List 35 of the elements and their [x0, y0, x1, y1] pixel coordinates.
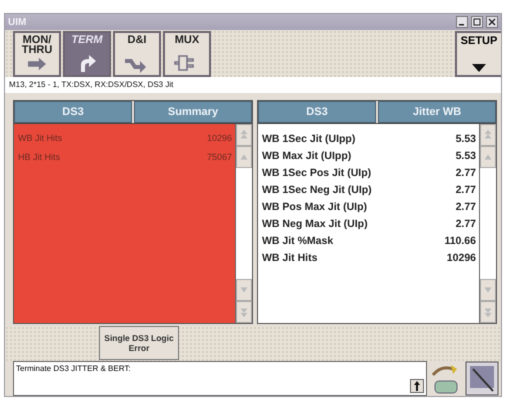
monitor-icon[interactable] [465, 361, 499, 396]
result-value: 2.77 [456, 184, 476, 198]
maximize-icon[interactable] [471, 16, 483, 28]
result-value: 5.53 [456, 150, 476, 164]
result-label: WB Jit %Mask [262, 235, 334, 250]
caret-icon [471, 63, 487, 74]
result-label: WB Pos Max Jit (UIp) [262, 201, 368, 216]
scroll-bar[interactable] [479, 124, 496, 324]
scroll-bar[interactable] [235, 124, 252, 324]
logic-error-button[interactable]: Single DS3 Logic Error [99, 326, 179, 360]
minimize-icon[interactable] [456, 16, 468, 28]
result-value: 110.66 [444, 235, 476, 250]
result-value: 10296 [206, 133, 232, 146]
result-label: WB Neg Max Jit (UIp) [262, 218, 368, 232]
result-label: WB Max Jit (UIpp) [262, 150, 352, 164]
window-title: UIM [8, 16, 28, 28]
result-value: 10296 [446, 252, 476, 266]
result-label: WB 1Sec Neg Jit (UIp) [262, 184, 372, 198]
result-label: WB 1Sec Pos Jit (UIp) [262, 167, 372, 182]
mode-button[interactable]: TERM [63, 31, 111, 78]
result-value: 2.77 [456, 218, 476, 232]
message-text: Terminate DS3 JITTER & BERT: [16, 364, 131, 373]
result-label: WB Jit Hits [262, 252, 318, 266]
mode-button[interactable]: MUX [163, 31, 211, 78]
result-value: 75067 [206, 152, 232, 164]
setup-button[interactable]: SETUP [455, 31, 501, 78]
result-value: 2.77 [456, 201, 476, 216]
result-value: 5.53 [456, 133, 476, 148]
close-icon[interactable] [486, 16, 498, 28]
result-label: WB Jit Hits [18, 133, 62, 146]
result-label: WB 1Sec Jit (UIpp) [262, 133, 356, 148]
mode-button[interactable]: MON/ THRU [13, 31, 61, 78]
result-value: 2.77 [456, 167, 476, 182]
result-label: HB Jit Hits [18, 152, 60, 164]
mode-button[interactable]: D&I [113, 31, 161, 78]
